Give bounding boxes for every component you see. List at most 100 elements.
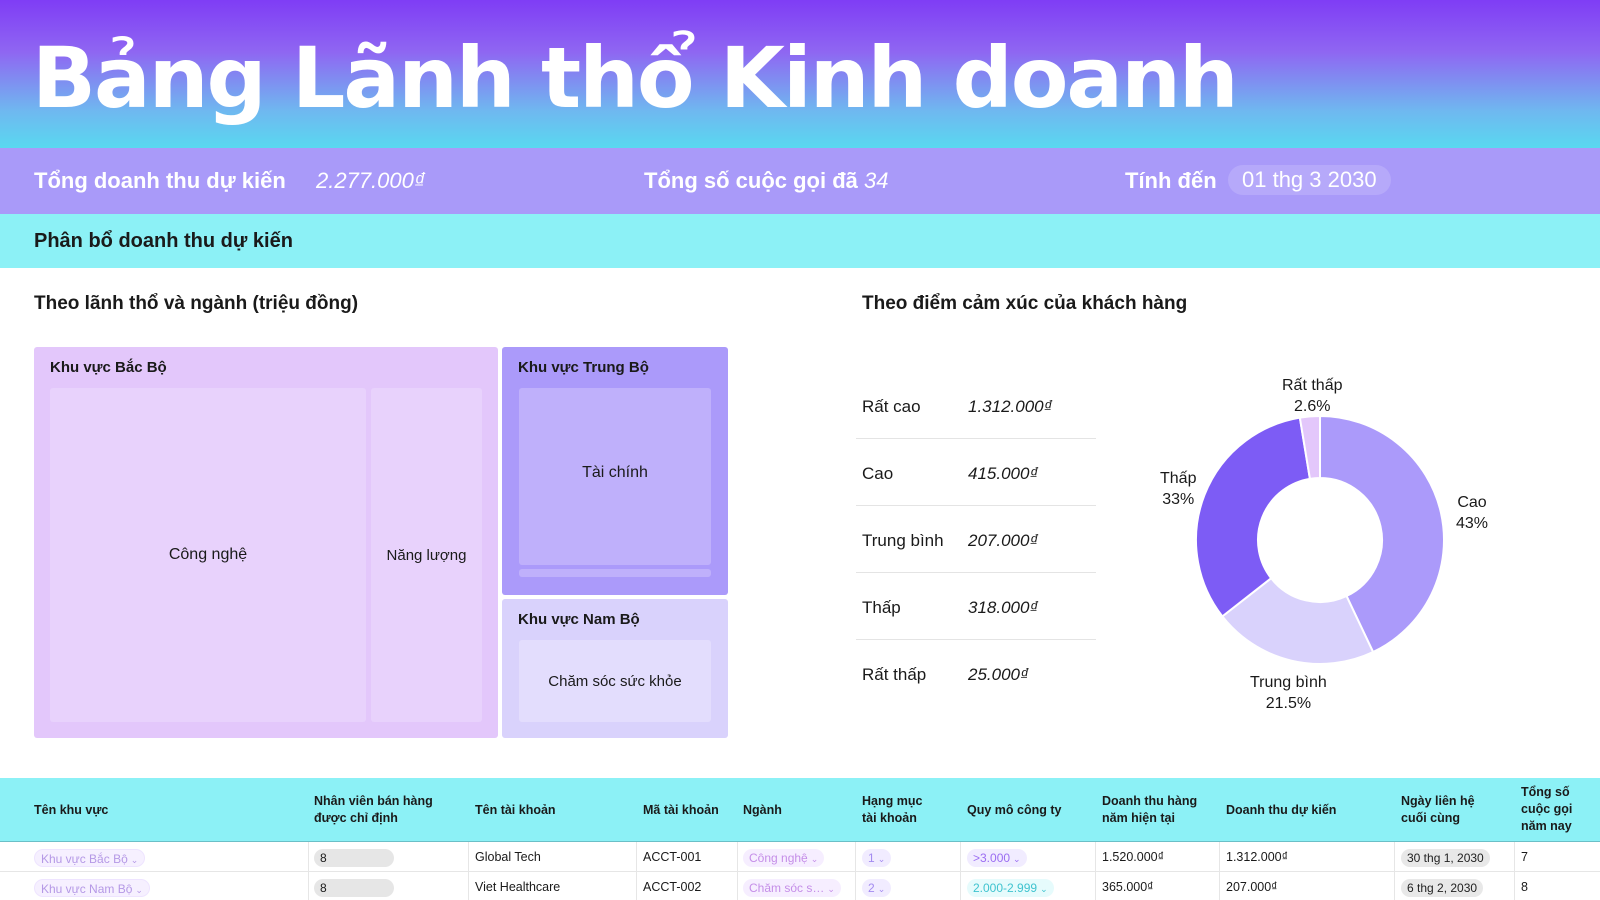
rep-field[interactable]: 8	[314, 848, 394, 867]
column-header[interactable]: Tên khu vực	[34, 802, 108, 819]
cell-calls[interactable]: 8	[1521, 872, 1528, 900]
treemap-cell-label: Năng lượng	[386, 546, 467, 564]
cell-rank[interactable]: 2 ⌄	[862, 872, 892, 900]
size-tag-label: >3.000	[973, 850, 1011, 865]
cell-projected-revenue[interactable]: 207.000₫	[1226, 872, 1278, 900]
sentiment-value: 318.000₫	[968, 598, 1039, 617]
cell-code[interactable]: ACCT-001	[643, 842, 701, 872]
treemap-cell-label: Tài chính	[582, 464, 648, 481]
calls-label: Tổng số cuộc gọi đã	[644, 168, 858, 193]
region-tag[interactable]: Khu vực Nam Bộ ⌄	[34, 878, 150, 897]
treemap-region-south[interactable]: Khu vực Nam Bộ Chăm sóc sức khỏe	[502, 599, 728, 738]
chevron-down-icon: ⌄	[827, 883, 835, 894]
cell-size[interactable]: >3.000 ⌄	[967, 842, 1027, 872]
donut-label-value: 21.5%	[1265, 695, 1312, 712]
date-chip[interactable]: 6 thg 2, 2030	[1401, 878, 1484, 897]
rank-tag-label: 2	[868, 880, 875, 895]
sentiment-row: Cao 415.000₫	[856, 440, 1096, 506]
cell-last-contact[interactable]: 30 thg 1, 2030	[1401, 842, 1490, 872]
column-header[interactable]: Ngày liên hệ cuối cùng	[1401, 793, 1491, 827]
cell-rep[interactable]: 8	[314, 872, 394, 900]
chevron-down-icon: ⌄	[877, 883, 886, 894]
treemap-region-central[interactable]: Khu vực Trung Bộ Tài chính	[502, 347, 728, 595]
industry-tag-label: Chăm sóc s…	[749, 880, 825, 895]
column-header[interactable]: Tên tài khoản	[475, 802, 556, 819]
treemap-cell-healthcare[interactable]: Chăm sóc sức khỏe	[519, 640, 711, 722]
sentiment-donut-chart	[1195, 414, 1445, 665]
treemap-region-label: Khu vực Nam Bộ	[518, 611, 640, 628]
section-title: Phân bổ doanh thu dự kiến	[34, 230, 293, 252]
rank-tag[interactable]: 1 ⌄	[862, 848, 892, 867]
cell-code[interactable]: ACCT-002	[643, 872, 701, 900]
sentiment-title: Theo điểm cảm xúc của khách hàng	[862, 293, 1188, 314]
date-chip[interactable]: 30 thg 1, 2030	[1401, 848, 1490, 867]
sentiment-value: 415.000₫	[968, 464, 1039, 483]
treemap-region-label: Khu vực Trung Bộ	[518, 359, 649, 376]
section-header: Phân bổ doanh thu dự kiến	[0, 214, 1600, 268]
cell-calls[interactable]: 7	[1521, 842, 1528, 872]
chevron-down-icon: ⌄	[130, 854, 139, 865]
cell-current-revenue[interactable]: 1.520.000₫	[1102, 842, 1164, 872]
column-header[interactable]: Nhân viên bán hàng được chỉ định	[314, 793, 444, 827]
donut-slice-3[interactable]	[1195, 416, 1312, 618]
sentiment-label: Cao	[862, 464, 894, 483]
treemap-cell-small	[519, 569, 711, 577]
donut-label-low: Thấp 33%	[1160, 468, 1196, 510]
treemap-cell-technology[interactable]: Công nghệ	[50, 388, 366, 722]
donut-label-name: Rất thấp	[1282, 377, 1343, 394]
table-header: Tên khu vực Nhân viên bán hàng được chỉ …	[0, 778, 1600, 842]
treemap-region-label: Khu vực Bắc Bộ	[50, 359, 167, 376]
cell-rank[interactable]: 1 ⌄	[862, 842, 892, 872]
column-header[interactable]: Mã tài khoản	[643, 802, 719, 819]
cell-size[interactable]: 2.000-2.999 ⌄	[967, 872, 1054, 900]
asof-date-chip[interactable]: 01 thg 3 2030	[1228, 165, 1391, 195]
table-row[interactable]: Khu vực Nam Bộ ⌄ 8 Viet Healthcare ACCT-0…	[0, 872, 1600, 900]
sentiment-value: 25.000₫	[968, 665, 1029, 684]
chevron-down-icon: ⌄	[1040, 883, 1048, 894]
rep-field[interactable]: 8	[314, 878, 394, 897]
summary-strip: Tổng doanh thu dự kiến 2.277.000₫ Tổng s…	[0, 148, 1600, 214]
cell-account[interactable]: Global Tech	[475, 842, 541, 872]
cell-industry[interactable]: Công nghệ ⌄	[743, 842, 825, 872]
sentiment-row: Trung bình 207.000₫	[856, 507, 1096, 573]
treemap-region-north[interactable]: Khu vực Bắc Bộ Công nghệ Năng lượng	[34, 347, 498, 738]
revenue-label: Tổng doanh thu dự kiến	[34, 168, 286, 193]
chevron-down-icon: ⌄	[877, 853, 886, 864]
cell-region[interactable]: Khu vực Nam Bộ ⌄	[34, 872, 150, 900]
donut-label-medium: Trung bình 21.5%	[1250, 672, 1327, 714]
industry-tag[interactable]: Chăm sóc s… ⌄	[743, 878, 841, 897]
cell-rep[interactable]: 8	[314, 842, 394, 872]
header-banner: Bảng Lãnh thổ Kinh doanh	[0, 0, 1600, 148]
cell-account[interactable]: Viet Healthcare	[475, 872, 560, 900]
cell-current-revenue[interactable]: 365.000₫	[1102, 872, 1154, 900]
cell-region[interactable]: Khu vực Bắc Bộ ⌄	[34, 842, 146, 872]
treemap-title: Theo lãnh thổ và ngành (triệu đồng)	[34, 293, 359, 314]
sentiment-row: Rất thấp 25.000₫	[856, 641, 1096, 707]
treemap-cell-energy[interactable]: Năng lượng	[371, 388, 482, 722]
rank-tag[interactable]: 2 ⌄	[862, 878, 892, 897]
size-tag[interactable]: >3.000 ⌄	[967, 848, 1027, 867]
cell-projected-revenue[interactable]: 1.312.000₫	[1226, 842, 1288, 872]
rank-tag-label: 1	[868, 850, 875, 865]
column-header[interactable]: Tổng số cuộc gọi năm nay	[1521, 784, 1591, 835]
size-tag[interactable]: 2.000-2.999 ⌄	[967, 878, 1054, 897]
page-title: Bảng Lãnh thổ Kinh doanh	[32, 29, 1239, 127]
column-header[interactable]: Doanh thu hàng năm hiện tại	[1102, 793, 1217, 827]
column-header[interactable]: Doanh thu dự kiến	[1226, 802, 1336, 819]
donut-label-name: Thấp	[1160, 470, 1197, 487]
asof-label: Tính đến	[1125, 168, 1217, 193]
cell-last-contact[interactable]: 6 thg 2, 2030	[1401, 872, 1484, 900]
table-row[interactable]: Khu vực Bắc Bộ ⌄ 8 Global Tech ACCT-001 C…	[0, 842, 1600, 872]
column-header[interactable]: Ngành	[743, 802, 782, 819]
column-header[interactable]: Quy mô công ty	[967, 802, 1061, 819]
industry-tag[interactable]: Công nghệ ⌄	[743, 848, 825, 867]
industry-tag-label: Công nghệ	[749, 850, 808, 865]
region-tag[interactable]: Khu vực Bắc Bộ ⌄	[34, 848, 146, 867]
sentiment-value: 1.312.000₫	[968, 397, 1053, 416]
treemap-cell-finance[interactable]: Tài chính	[519, 388, 711, 565]
cell-industry[interactable]: Chăm sóc s… ⌄	[743, 872, 841, 900]
donut-label-very-low: Rất thấp 2.6%	[1282, 375, 1342, 417]
treemap-cell-label: Công nghệ	[168, 546, 248, 563]
column-header[interactable]: Hạng mục tài khoản	[862, 793, 932, 827]
donut-label-name: Trung bình	[1250, 674, 1327, 691]
